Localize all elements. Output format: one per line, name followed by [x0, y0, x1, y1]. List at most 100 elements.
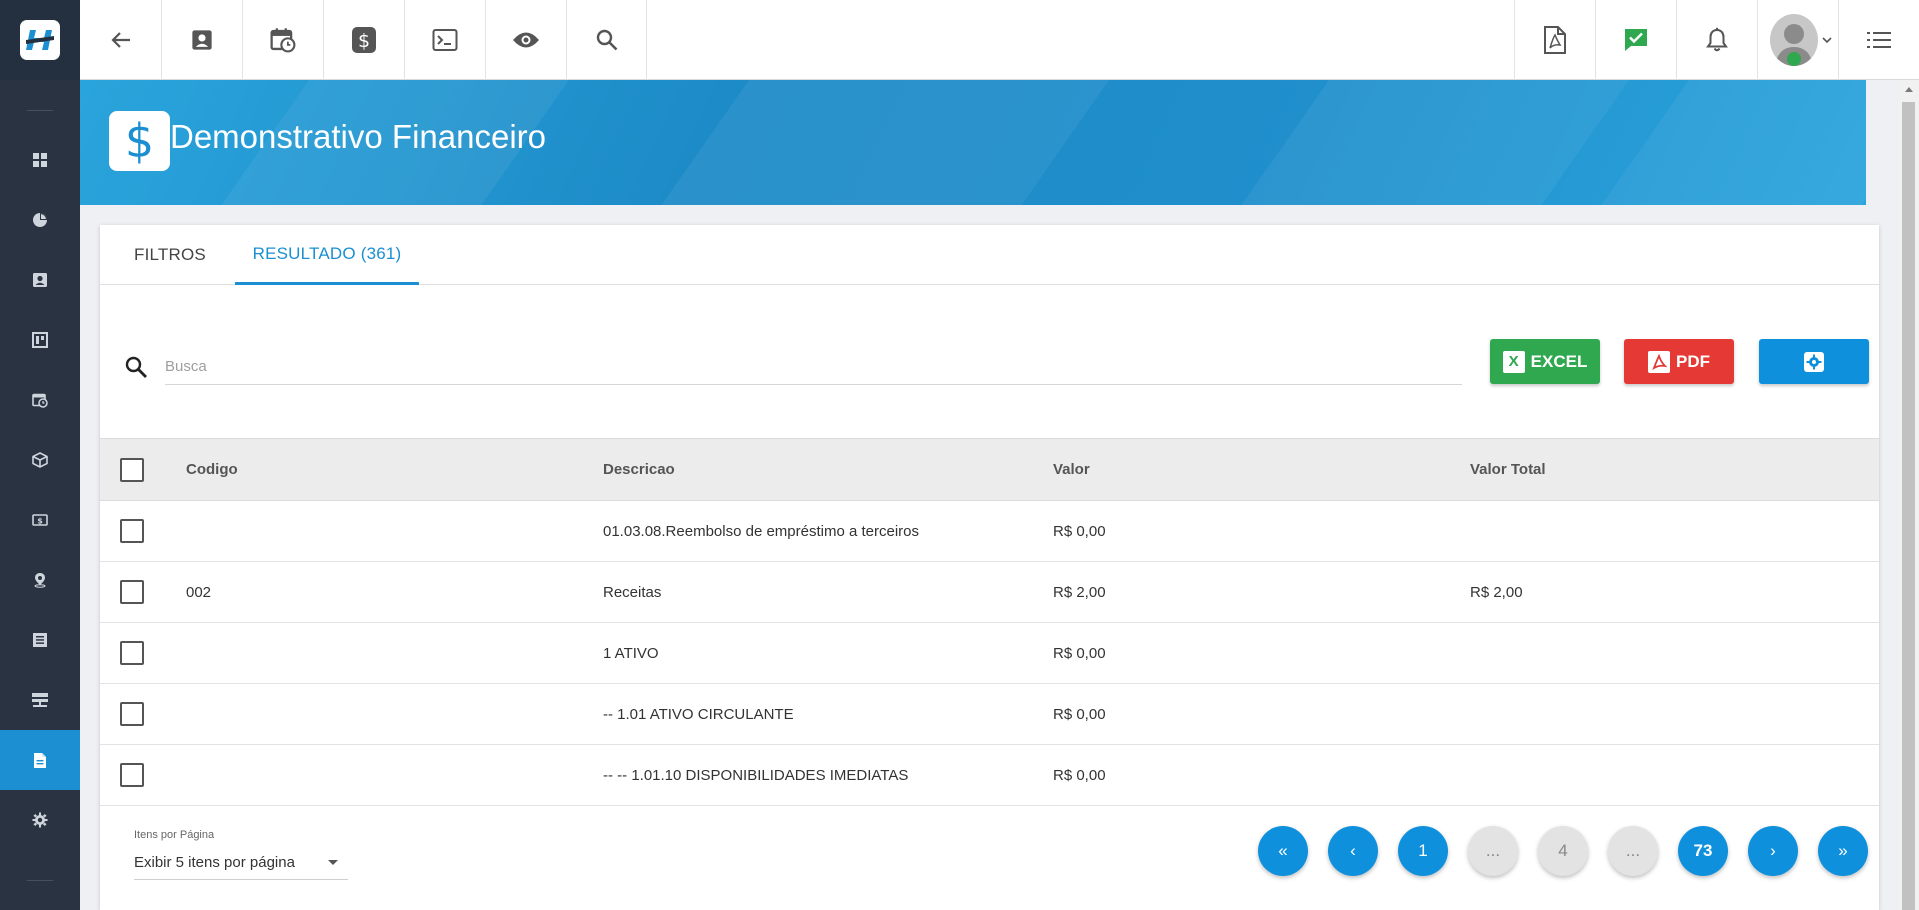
sidebar-item-settings[interactable] [0, 790, 80, 850]
sidebar-item-finance[interactable]: $ [0, 490, 80, 550]
items-per-page-value: Exibir 5 itens por página [134, 853, 295, 871]
table-row[interactable]: 01.03.08.Reembolso de empréstimo a terce… [100, 501, 1879, 562]
contacts-button[interactable] [161, 0, 242, 80]
header-value[interactable]: Valor [1053, 439, 1090, 500]
back-button[interactable] [80, 0, 161, 80]
document-list-icon [33, 633, 47, 647]
dropdown-caret-icon [328, 859, 338, 865]
eye-icon [513, 32, 539, 48]
header-description[interactable]: Descricao [603, 439, 675, 500]
table-settings-button[interactable] [1759, 339, 1869, 384]
sidebar-item-products[interactable] [0, 430, 80, 490]
table-row[interactable]: -- -- 1.01.10 DISPONIBILIDADES IMEDIATAS… [100, 745, 1879, 806]
sidebar-divider-bottom [27, 880, 53, 881]
sidebar-item-contacts[interactable] [0, 250, 80, 310]
table-row[interactable]: 002 Receitas R$ 2,00 R$ 2,00 [100, 562, 1879, 623]
sidebar-item-board[interactable] [0, 310, 80, 370]
user-menu[interactable] [1757, 0, 1838, 80]
pie-chart-icon [33, 213, 47, 227]
tab-results[interactable]: RESULTADO (361) [235, 225, 419, 285]
pdf-button-label: PDF [1676, 351, 1710, 371]
cell-value: R$ 0,00 [1053, 766, 1106, 784]
row-checkbox[interactable] [120, 763, 144, 787]
excel-button-label: EXCEL [1530, 351, 1588, 371]
row-checkbox[interactable] [120, 519, 144, 543]
bell-icon [1706, 27, 1728, 52]
gear-icon [1804, 351, 1824, 372]
select-all-checkbox[interactable] [120, 457, 144, 482]
tab-filters[interactable]: FILTROS [115, 225, 225, 285]
kanban-icon [32, 332, 48, 348]
tab-bar: FILTROS RESULTADO (361) [100, 225, 1879, 285]
sidebar-menu: $ [0, 130, 80, 850]
search-button[interactable] [566, 0, 647, 80]
finance-page-icon: $ [109, 111, 170, 171]
table-header: Codigo Descricao Valor Valor Total [100, 438, 1879, 501]
contact-card-icon [33, 273, 47, 287]
sidebar-item-charts[interactable] [0, 190, 80, 250]
server-icon [32, 693, 48, 707]
finance-button[interactable]: $ [323, 0, 404, 80]
scrollbar-thumb[interactable] [1902, 102, 1915, 910]
calendar-clock-icon [32, 393, 48, 408]
cell-value: R$ 0,00 [1053, 522, 1106, 540]
pdf-export-button[interactable] [1514, 0, 1595, 80]
row-checkbox[interactable] [120, 702, 144, 726]
pagination-last-page[interactable]: 73 [1678, 826, 1728, 876]
sidebar: $ [0, 0, 80, 910]
dollar-icon: $ [352, 27, 376, 53]
pagination-page-1[interactable]: 1 [1398, 826, 1448, 876]
export-excel-button[interactable]: X EXCEL [1490, 339, 1600, 384]
back-arrow-icon [110, 32, 130, 48]
list-menu-icon [1867, 32, 1891, 48]
logo-icon [20, 20, 60, 60]
search-input[interactable] [165, 349, 1462, 385]
pagination-ellipsis: ... [1468, 826, 1518, 876]
sidebar-item-servers[interactable] [0, 670, 80, 730]
svg-text:$: $ [37, 517, 43, 526]
contact-card-icon [192, 30, 212, 50]
items-per-page-select[interactable]: Exibir 5 itens por página [134, 845, 348, 880]
pagination-first-button[interactable]: « [1258, 826, 1308, 876]
cell-description: -- -- 1.01.10 DISPONIBILIDADES IMEDIATAS [603, 766, 909, 784]
cell-code: 002 [186, 583, 212, 601]
cell-value: R$ 0,00 [1053, 644, 1106, 662]
schedule-button[interactable] [242, 0, 323, 80]
sidebar-item-schedule[interactable] [0, 370, 80, 430]
sidebar-item-locations[interactable] [0, 550, 80, 610]
sidebar-item-documents[interactable] [0, 610, 80, 670]
page-scrollbar[interactable] [1898, 80, 1919, 910]
sidebar-item-reports[interactable] [0, 730, 80, 790]
pagination-ellipsis: ... [1608, 826, 1658, 876]
app-logo[interactable] [0, 0, 80, 80]
sidebar-divider [27, 110, 53, 111]
cell-value: R$ 0,00 [1053, 705, 1106, 723]
pdf-icon [1648, 350, 1670, 373]
table-row[interactable]: 1 ATIVO R$ 0,00 [100, 623, 1879, 684]
messages-button[interactable] [1595, 0, 1676, 80]
svg-text:$: $ [358, 30, 370, 52]
terminal-button[interactable] [404, 0, 485, 80]
chevron-down-icon [1822, 37, 1832, 44]
sidebar-item-dashboard[interactable] [0, 130, 80, 190]
money-icon: $ [32, 514, 48, 526]
row-checkbox[interactable] [120, 580, 144, 604]
header-total[interactable]: Valor Total [1470, 439, 1546, 500]
pagination-last-button[interactable]: » [1818, 826, 1868, 876]
terminal-icon [432, 29, 458, 51]
cell-total: R$ 2,00 [1470, 583, 1523, 601]
gear-icon [32, 812, 48, 828]
table-row[interactable]: -- 1.01 ATIVO CIRCULANTE R$ 0,00 [100, 684, 1879, 745]
row-checkbox[interactable] [120, 641, 144, 665]
notifications-button[interactable] [1676, 0, 1757, 80]
pagination-next-button[interactable]: › [1748, 826, 1798, 876]
view-button[interactable] [485, 0, 566, 80]
pagination-prev-button[interactable]: ‹ [1328, 826, 1378, 876]
scroll-up-arrow[interactable] [1898, 80, 1919, 98]
result-card: FILTROS RESULTADO (361) X EXCEL PDF Codi… [100, 225, 1879, 910]
box-icon [32, 452, 48, 468]
header-code[interactable]: Codigo [186, 439, 238, 500]
page-header-banner: $ Demonstrativo Financeiro [80, 80, 1866, 205]
main-menu-button[interactable] [1838, 0, 1919, 80]
export-pdf-button[interactable]: PDF [1624, 339, 1734, 384]
